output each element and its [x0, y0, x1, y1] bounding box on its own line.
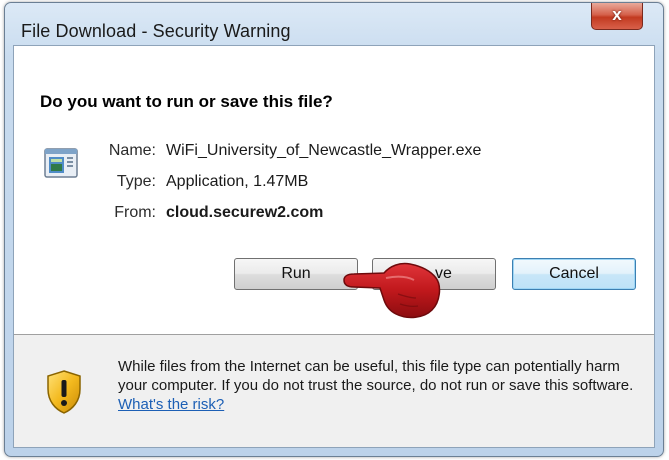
window-title: File Download - Security Warning — [21, 21, 291, 41]
security-warning-dialog: File Download - Security Warning x Do yo… — [4, 2, 664, 457]
shield-warning-icon — [44, 369, 84, 420]
pointing-hand-icon — [340, 254, 450, 329]
close-button[interactable]: x — [591, 3, 643, 30]
whats-the-risk-link[interactable]: What's the risk? — [118, 396, 224, 413]
file-source-label: From: — [114, 204, 156, 221]
warning-text: While files from the Internet can be use… — [118, 358, 634, 394]
file-source-value: cloud.securew2.com — [166, 204, 324, 221]
title-bar[interactable]: File Download - Security Warning x — [5, 3, 663, 43]
file-name-value: WiFi_University_of_Newcastle_Wrapper.exe — [166, 142, 482, 159]
dialog-body: Do you want to run or save this file? Na… — [13, 45, 655, 448]
file-type-label: Type: — [116, 173, 156, 190]
cancel-button[interactable]: Cancel — [512, 258, 636, 290]
dialog-question: Do you want to run or save this file? — [40, 92, 333, 111]
warning-footer: While files from the Internet can be use… — [14, 335, 654, 447]
warning-message: While files from the Internet can be use… — [118, 357, 648, 414]
file-name-label: Name: — [108, 142, 156, 159]
file-type-value: Application, 1.47MB — [166, 173, 309, 190]
